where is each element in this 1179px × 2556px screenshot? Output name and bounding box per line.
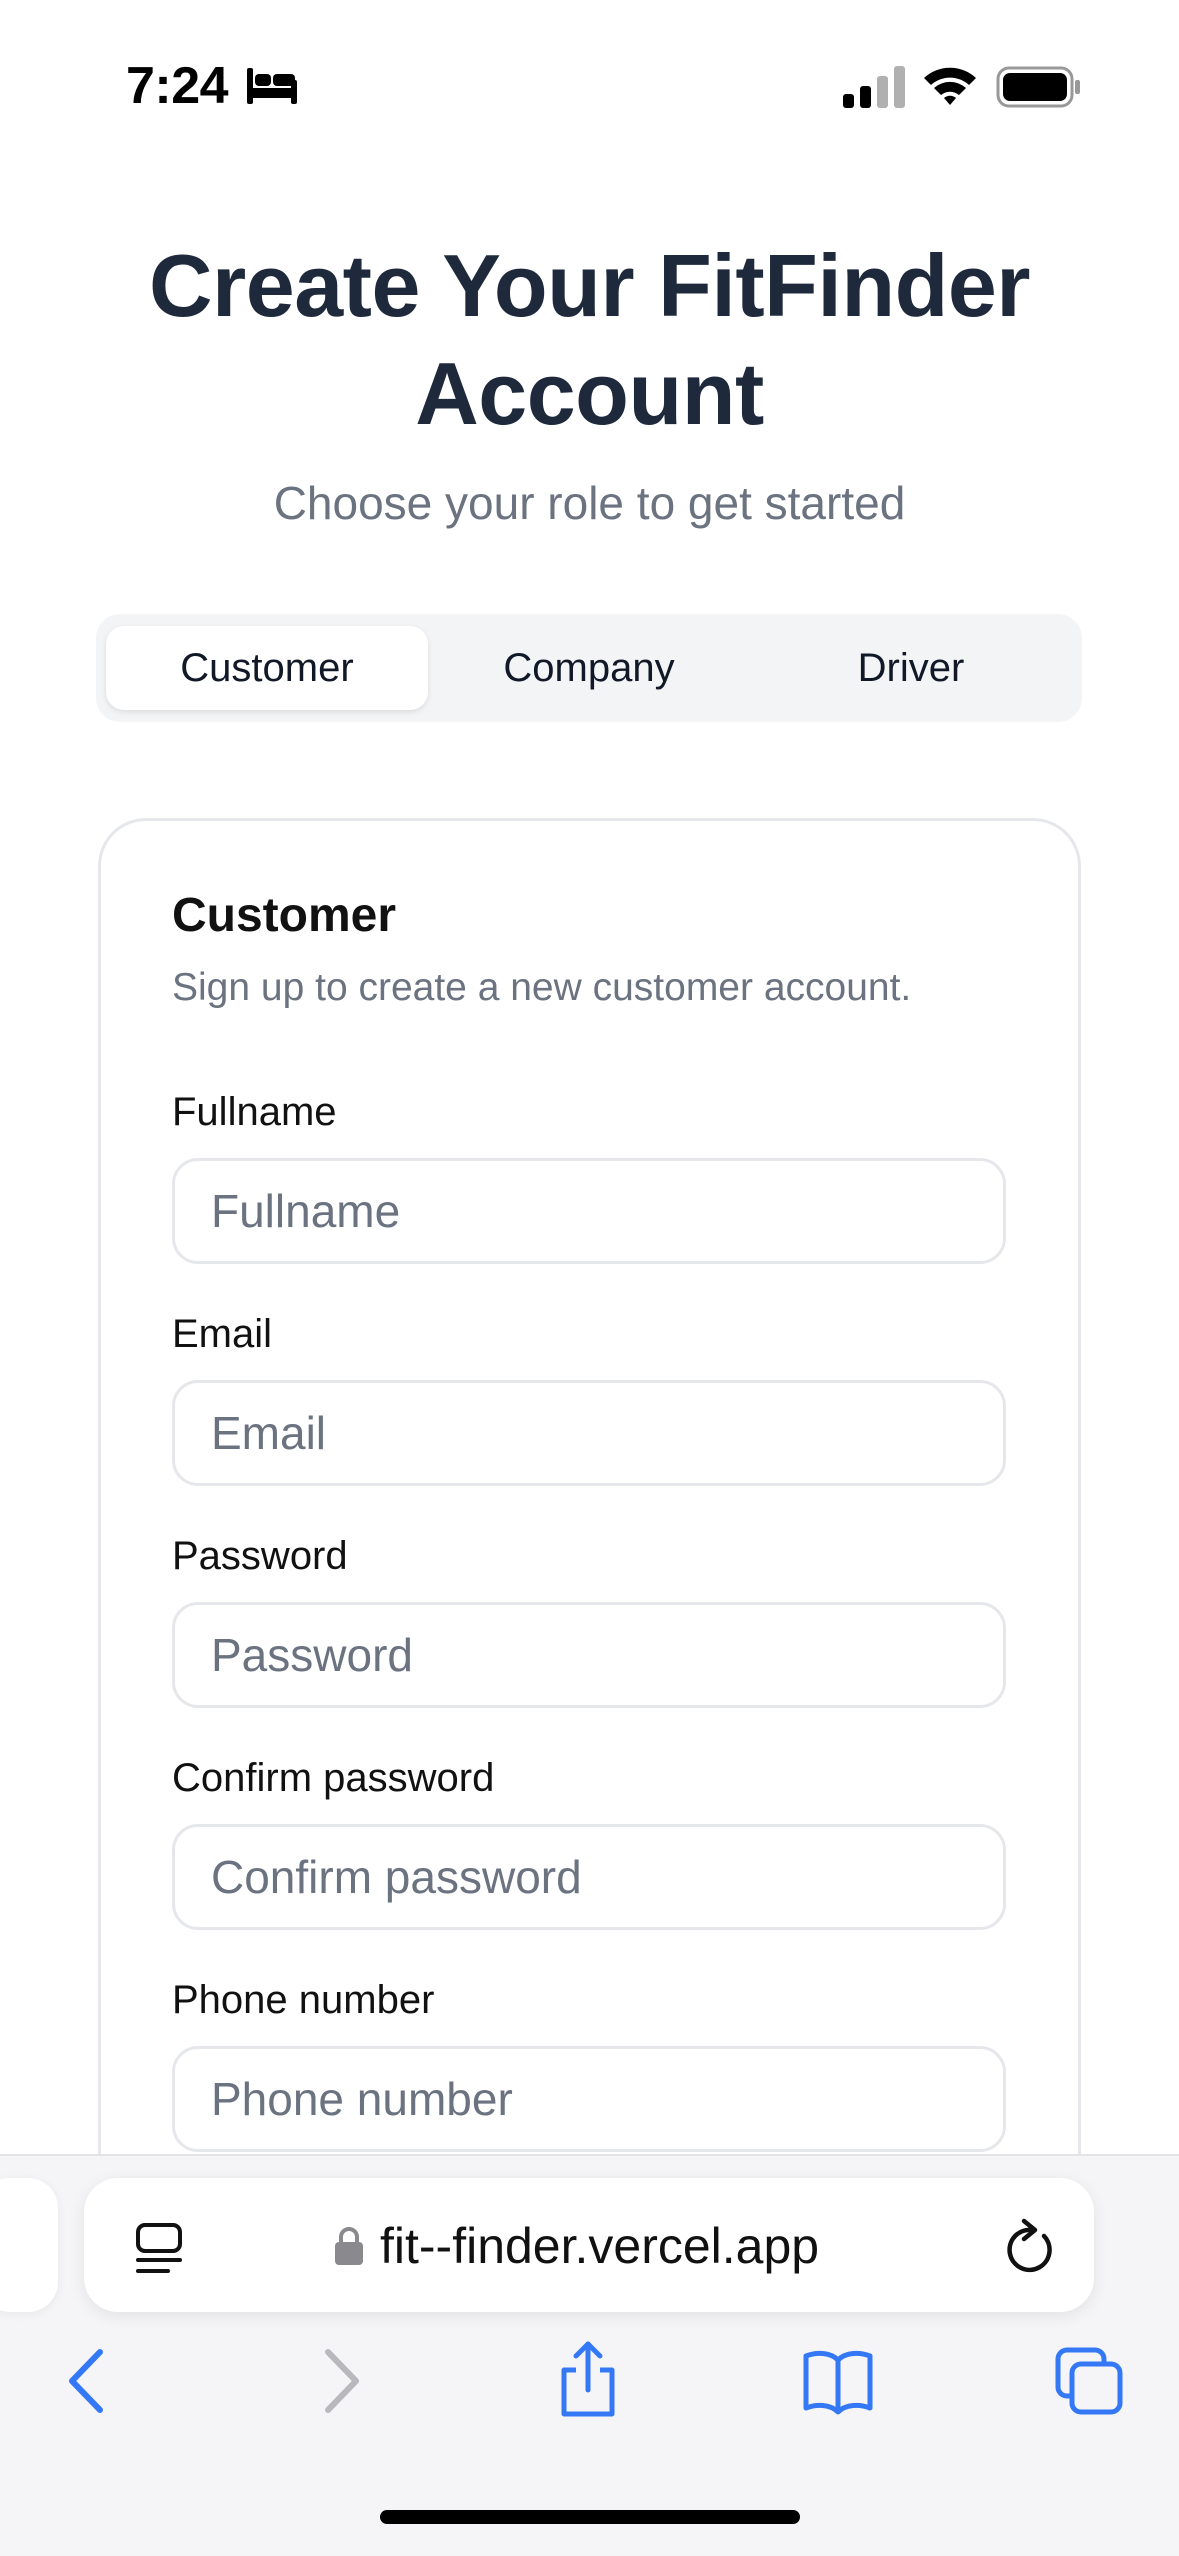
bed-icon: [247, 68, 297, 104]
forward-icon[interactable]: [316, 2346, 366, 2416]
role-tabs: Customer Company Driver: [96, 614, 1082, 722]
fullname-input[interactable]: [172, 1158, 1006, 1264]
reader-icon[interactable]: [134, 2222, 184, 2276]
url-text[interactable]: fit--finder.vercel.app: [380, 2217, 819, 2275]
status-time: 7:24: [126, 57, 229, 115]
reload-icon[interactable]: [1000, 2218, 1056, 2276]
fullname-label: Fullname: [172, 1090, 337, 1134]
card-title: Customer: [172, 889, 397, 942]
password-label: Password: [172, 1534, 348, 1578]
back-icon[interactable]: [62, 2346, 112, 2416]
tab-customer[interactable]: Customer: [106, 626, 428, 710]
bookmarks-icon[interactable]: [802, 2346, 874, 2416]
lock-icon: [335, 2227, 363, 2265]
confirm-password-label: Confirm password: [172, 1756, 495, 1800]
email-input[interactable]: [172, 1380, 1006, 1486]
wifi-icon: [924, 67, 976, 105]
page-title: Create Your FitFinder Account: [148, 236, 1031, 443]
status-bar: 7:24: [0, 0, 1179, 160]
page: 7:24 Create Your FitFinder Account Choos…: [0, 0, 1179, 2556]
tab-driver[interactable]: Driver: [750, 626, 1072, 710]
tabs-icon[interactable]: [1054, 2346, 1124, 2416]
share-icon[interactable]: [556, 2340, 620, 2418]
confirm-password-input[interactable]: [172, 1824, 1006, 1930]
tab-company[interactable]: Company: [428, 626, 750, 710]
email-label: Email: [172, 1312, 273, 1356]
password-input[interactable]: [172, 1602, 1006, 1708]
battery-icon: [996, 66, 1080, 108]
home-indicator: [380, 2510, 800, 2524]
previous-tab-peek[interactable]: [0, 2178, 58, 2312]
page-subtitle: Choose your role to get started: [273, 477, 906, 529]
phone-number-label: Phone number: [172, 1978, 435, 2022]
card-description: Sign up to create a new customer account…: [172, 966, 912, 1009]
cellular-signal-icon: [843, 66, 905, 108]
phone-number-input[interactable]: [172, 2046, 1006, 2152]
